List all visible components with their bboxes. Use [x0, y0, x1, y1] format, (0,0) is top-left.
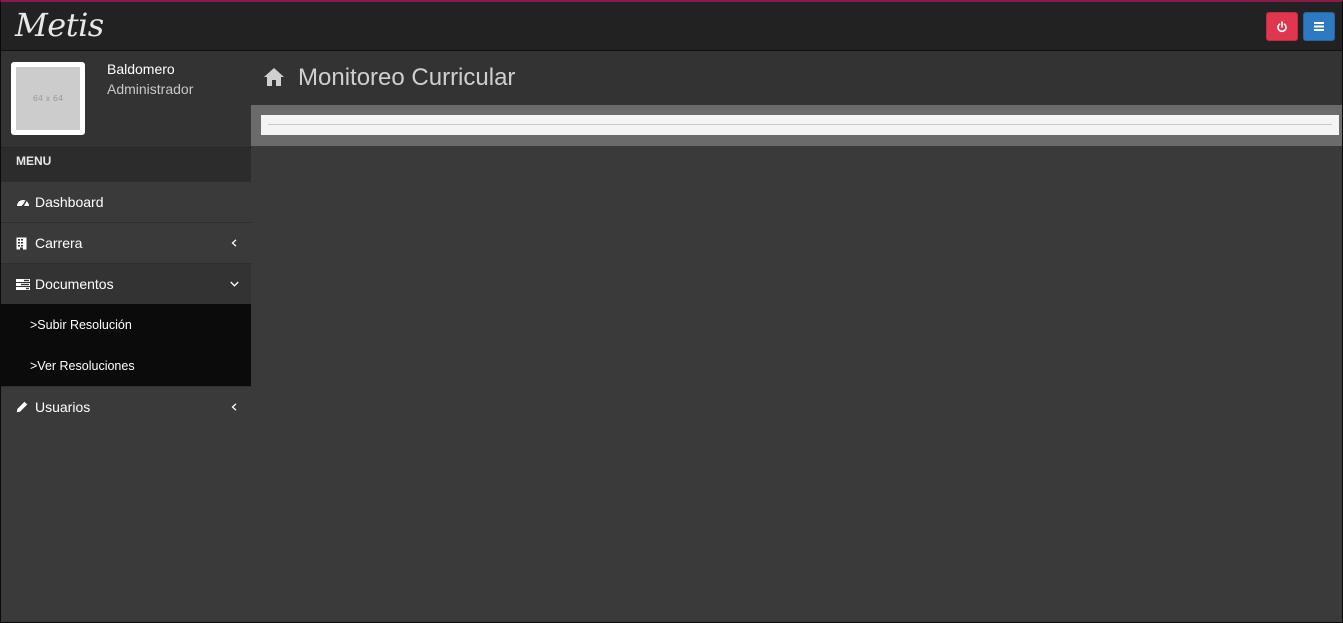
toggle-menu-button[interactable]: [1303, 12, 1335, 41]
chevron-left-icon: [229, 237, 239, 249]
sidebar-item-carrera[interactable]: Carrera: [1, 222, 251, 263]
user-panel: 64 x 64 Baldomero Administrador: [1, 51, 251, 147]
top-navbar: Metis: [1, 2, 1342, 51]
divider: [268, 124, 1332, 125]
avatar[interactable]: 64 x 64: [11, 62, 85, 135]
avatar-placeholder: 64 x 64: [16, 67, 80, 130]
sidebar-item-label: Dashboard: [35, 194, 104, 210]
tasks-icon: [16, 277, 32, 291]
sidebar-item-usuarios[interactable]: Usuarios: [1, 386, 251, 427]
sidebar-menu: Dashboard Carrera Documentos >Subir Reso…: [1, 181, 251, 427]
sidebar-item-documentos[interactable]: Documentos: [1, 263, 251, 304]
pencil-icon: [16, 400, 32, 414]
dashboard-icon: [16, 195, 32, 209]
main-content: Monitoreo Curricular: [251, 51, 1342, 622]
page-header: Monitoreo Curricular: [251, 51, 1342, 105]
sidebar-item-dashboard[interactable]: Dashboard: [1, 181, 251, 222]
home-icon: [264, 68, 284, 86]
submenu-item-subir-resolucion[interactable]: >Subir Resolución: [1, 304, 251, 345]
page-title: Monitoreo Curricular: [298, 64, 516, 91]
sidebar: 64 x 64 Baldomero Administrador MENU Das…: [1, 51, 251, 622]
chevron-left-icon: [229, 401, 239, 413]
documentos-submenu: >Subir Resolución >Ver Resoluciones: [1, 304, 251, 386]
menu-header: MENU: [1, 147, 251, 181]
content-panel: [251, 105, 1342, 146]
power-icon: [1277, 20, 1287, 32]
sidebar-item-label: Documentos: [35, 276, 114, 292]
sidebar-item-label: Carrera: [35, 235, 83, 251]
content-box: [261, 115, 1339, 135]
building-icon: [16, 236, 32, 250]
brand-logo[interactable]: Metis: [15, 6, 104, 44]
bars-icon: [1314, 22, 1324, 31]
sidebar-item-label: Usuarios: [35, 399, 91, 415]
submenu-item-ver-resoluciones[interactable]: >Ver Resoluciones: [1, 345, 251, 386]
chevron-down-icon: [229, 278, 239, 290]
user-role: Administrador: [107, 81, 194, 97]
logout-button[interactable]: [1266, 12, 1298, 41]
app-window: Metis 64 x 64 Baldomero Administrador ME…: [0, 0, 1343, 623]
user-name: Baldomero: [107, 61, 175, 77]
